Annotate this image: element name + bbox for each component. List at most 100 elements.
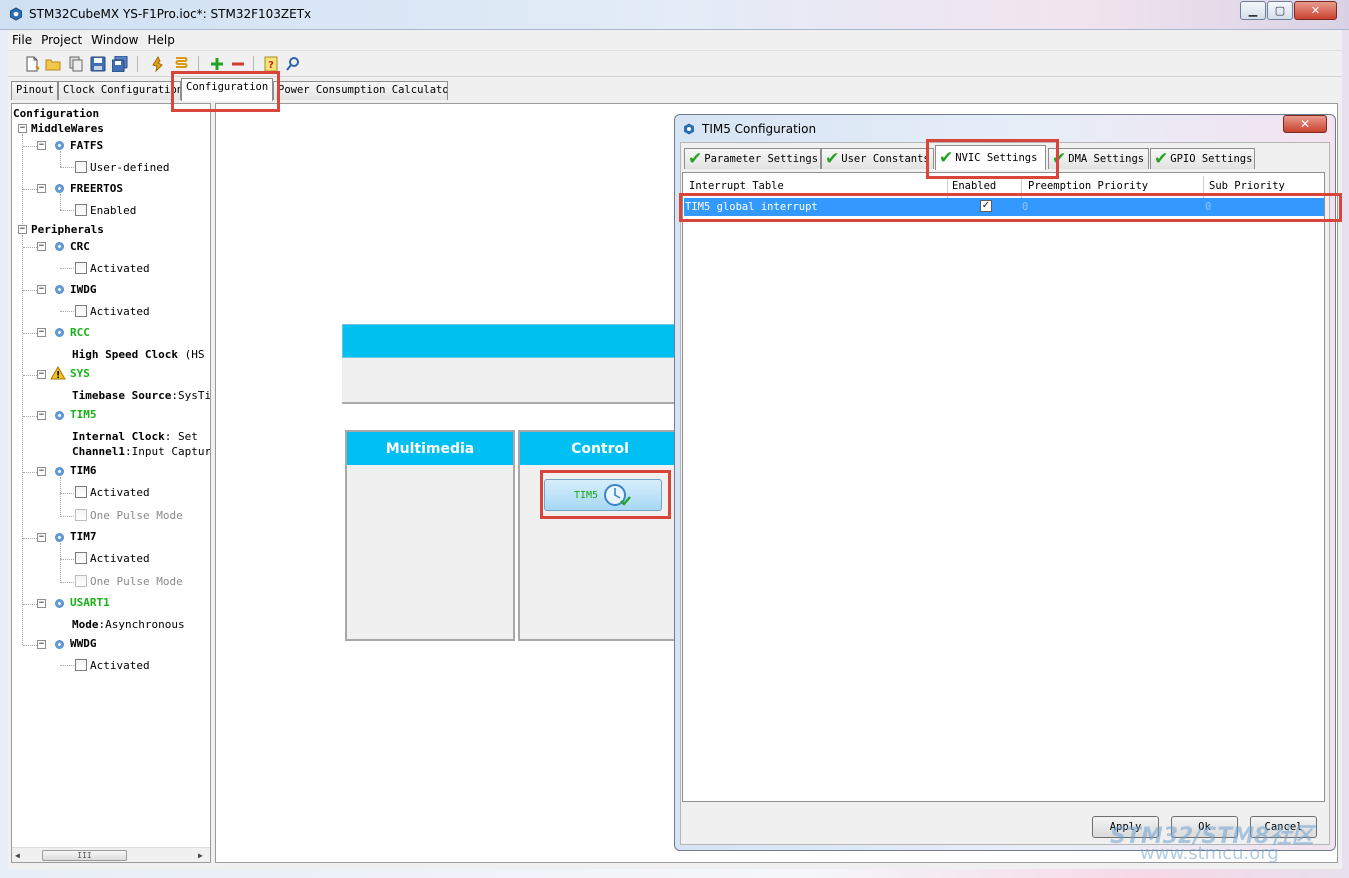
remove-icon[interactable] [230,56,246,72]
save-all-icon[interactable] [112,56,128,72]
gear-icon [55,533,64,542]
usart1-setting-value: :Asynchronous [98,618,185,631]
tree-line [23,375,37,376]
gear-icon [55,328,64,337]
gear-icon [55,184,64,193]
report-icon[interactable] [173,56,189,72]
scroll-right-icon[interactable]: ▶ [198,851,203,860]
collapse-toggle[interactable]: − [37,533,46,542]
help-icon[interactable]: ? [263,56,279,72]
watermark-url: www.stmcu.org [1140,843,1279,864]
tree-line [23,416,37,417]
collapse-toggle[interactable]: − [37,285,46,294]
tree-tim5[interactable]: TIM5 [70,408,97,421]
copy-icon[interactable] [68,56,84,72]
sys-setting-key: Timebase Source [72,389,172,402]
tab-dma-settings[interactable]: ✔ DMA Settings [1048,148,1149,169]
sys-setting: Timebase Source:SysTi [72,389,210,402]
freertos-enabled-checkbox[interactable] [75,204,87,216]
menu-file[interactable]: File [12,33,32,47]
about-icon[interactable] [285,56,301,72]
user-defined-label: User-defined [90,161,170,174]
close-window-button[interactable]: ✕ [1294,1,1337,20]
tab-parameter-settings-label: Parameter Settings [704,153,819,165]
tab-pinout[interactable]: Pinout [11,81,58,100]
tim6-one-pulse-label: One Pulse Mode [90,509,183,522]
collapse-toggle[interactable]: − [18,124,27,133]
check-icon: ✔ [1154,148,1169,169]
tim5-setting-1-value: : Set [164,430,198,443]
tree-middlewares[interactable]: MiddleWares [31,122,104,135]
tim7-activated-checkbox[interactable] [75,552,87,564]
column-enabled[interactable]: Enabled [952,180,996,192]
menu-project[interactable]: Project [41,33,82,47]
tab-gpio-settings[interactable]: ✔ GPIO Settings [1150,148,1255,169]
collapse-toggle[interactable]: − [37,141,46,150]
gear-icon [55,467,64,476]
tree-crc[interactable]: CRC [70,240,90,253]
tree-line [60,151,61,167]
gear-icon [55,285,64,294]
menu-help[interactable]: Help [147,33,174,47]
user-defined-checkbox[interactable] [75,161,87,173]
collapse-toggle[interactable]: − [37,599,46,608]
tab-parameter-settings[interactable]: ✔ Parameter Settings [684,148,821,169]
tree-tim6[interactable]: TIM6 [70,464,97,477]
menu-window[interactable]: Window [91,33,138,47]
rcc-setting: High Speed Clock (HS [72,348,204,361]
tim6-one-pulse-checkbox[interactable] [75,509,87,521]
tree-freertos[interactable]: FREERTOS [70,182,123,195]
new-project-icon[interactable] [24,56,40,72]
collapse-toggle[interactable]: − [37,640,46,649]
tree-peripherals[interactable]: Peripherals [31,223,104,236]
tree-fatfs[interactable]: FATFS [70,139,103,152]
tree-sys[interactable]: SYS [70,367,90,380]
save-icon[interactable] [90,56,106,72]
collapse-toggle[interactable]: − [18,225,27,234]
tab-user-constants[interactable]: ✔ User Constants [821,148,934,169]
tree-horizontal-scrollbar[interactable]: ◀ III ▶ [12,847,210,862]
collapse-toggle[interactable]: − [37,370,46,379]
tree-wwdg[interactable]: WWDG [70,637,97,650]
scroll-left-icon[interactable]: ◀ [15,851,20,860]
column-sub-priority[interactable]: Sub Priority [1209,180,1285,192]
generate-code-icon[interactable] [150,56,166,72]
tim6-activated-checkbox[interactable] [75,486,87,498]
minimize-button[interactable]: ▁ [1240,1,1266,20]
collapse-toggle[interactable]: − [37,184,46,193]
collapse-toggle[interactable]: − [37,411,46,420]
tree-tim7[interactable]: TIM7 [70,530,97,543]
tree-line [60,516,74,517]
column-interrupt-table[interactable]: Interrupt Table [689,180,784,192]
open-folder-icon[interactable] [45,56,61,72]
tim7-one-pulse-checkbox[interactable] [75,575,87,587]
tree-iwdg[interactable]: IWDG [70,283,97,296]
tim6-activated-label: Activated [90,486,150,499]
tree-rcc[interactable]: RCC [70,326,90,339]
multimedia-header: Multimedia [347,432,513,465]
collapse-toggle[interactable]: − [37,242,46,251]
add-icon[interactable] [209,56,225,72]
dialog-logo-icon [684,123,694,135]
collapse-toggle[interactable]: − [37,328,46,337]
column-preemption-priority[interactable]: Preemption Priority [1028,180,1148,192]
gear-icon [55,640,64,649]
scrollbar-thumb[interactable]: III [42,850,127,861]
tree-line [60,543,61,583]
gear-icon [55,599,64,608]
tab-power-consumption-calculator[interactable]: Power Consumption Calculator [273,81,448,100]
crc-activated-checkbox[interactable] [75,262,87,274]
tree-usart1[interactable]: USART1 [70,596,110,609]
warning-icon [50,366,66,380]
wwdg-activated-checkbox[interactable] [75,659,87,671]
tree-line [23,189,37,190]
dialog-close-button[interactable]: ✕ [1283,115,1327,133]
tim7-one-pulse-label: One Pulse Mode [90,575,183,588]
tab-clock-configuration[interactable]: Clock Configuration [58,81,181,100]
maximize-button[interactable]: ▢ [1267,1,1293,20]
iwdg-activated-checkbox[interactable] [75,305,87,317]
collapse-toggle[interactable]: − [37,467,46,476]
wwdg-activated-label: Activated [90,659,150,672]
configuration-tree: Configuration − MiddleWares − FATFS User… [11,103,211,863]
tree-line [22,235,23,645]
